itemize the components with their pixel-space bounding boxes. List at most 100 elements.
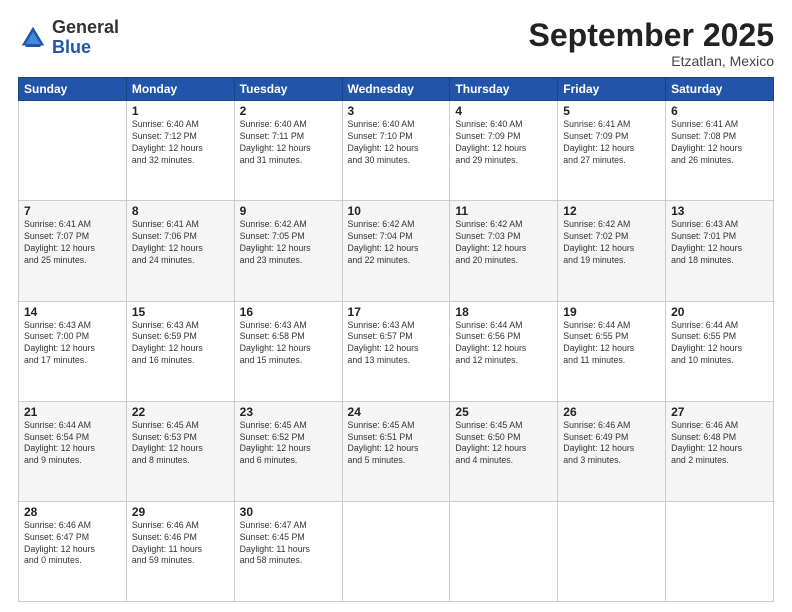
day-info: Sunrise: 6:40 AM Sunset: 7:12 PM Dayligh… [132,119,229,167]
calendar-cell: 3Sunrise: 6:40 AM Sunset: 7:10 PM Daylig… [342,101,450,201]
day-number: 8 [132,204,229,218]
calendar-cell: 11Sunrise: 6:42 AM Sunset: 7:03 PM Dayli… [450,201,558,301]
day-info: Sunrise: 6:44 AM Sunset: 6:56 PM Dayligh… [455,320,552,368]
day-number: 12 [563,204,660,218]
week-row-1: 1Sunrise: 6:40 AM Sunset: 7:12 PM Daylig… [19,101,774,201]
day-info: Sunrise: 6:46 AM Sunset: 6:47 PM Dayligh… [24,520,121,568]
day-number: 7 [24,204,121,218]
day-info: Sunrise: 6:43 AM Sunset: 6:58 PM Dayligh… [240,320,337,368]
day-info: Sunrise: 6:41 AM Sunset: 7:08 PM Dayligh… [671,119,768,167]
calendar-cell: 18Sunrise: 6:44 AM Sunset: 6:56 PM Dayli… [450,301,558,401]
calendar-cell: 29Sunrise: 6:46 AM Sunset: 6:46 PM Dayli… [126,501,234,601]
calendar-cell: 12Sunrise: 6:42 AM Sunset: 7:02 PM Dayli… [558,201,666,301]
calendar-cell: 27Sunrise: 6:46 AM Sunset: 6:48 PM Dayli… [666,401,774,501]
day-number: 15 [132,305,229,319]
day-info: Sunrise: 6:45 AM Sunset: 6:51 PM Dayligh… [348,420,445,468]
day-number: 27 [671,405,768,419]
calendar-cell [558,501,666,601]
logo: General Blue [18,18,119,58]
day-number: 1 [132,104,229,118]
day-info: Sunrise: 6:44 AM Sunset: 6:55 PM Dayligh… [563,320,660,368]
calendar-cell: 23Sunrise: 6:45 AM Sunset: 6:52 PM Dayli… [234,401,342,501]
day-number: 3 [348,104,445,118]
day-info: Sunrise: 6:46 AM Sunset: 6:48 PM Dayligh… [671,420,768,468]
calendar-cell: 1Sunrise: 6:40 AM Sunset: 7:12 PM Daylig… [126,101,234,201]
day-header-friday: Friday [558,78,666,101]
calendar-cell: 4Sunrise: 6:40 AM Sunset: 7:09 PM Daylig… [450,101,558,201]
week-row-2: 7Sunrise: 6:41 AM Sunset: 7:07 PM Daylig… [19,201,774,301]
day-info: Sunrise: 6:44 AM Sunset: 6:54 PM Dayligh… [24,420,121,468]
day-number: 20 [671,305,768,319]
day-header-thursday: Thursday [450,78,558,101]
week-row-5: 28Sunrise: 6:46 AM Sunset: 6:47 PM Dayli… [19,501,774,601]
calendar-cell: 26Sunrise: 6:46 AM Sunset: 6:49 PM Dayli… [558,401,666,501]
day-info: Sunrise: 6:42 AM Sunset: 7:02 PM Dayligh… [563,219,660,267]
day-info: Sunrise: 6:47 AM Sunset: 6:45 PM Dayligh… [240,520,337,568]
day-info: Sunrise: 6:46 AM Sunset: 6:46 PM Dayligh… [132,520,229,568]
calendar-cell: 17Sunrise: 6:43 AM Sunset: 6:57 PM Dayli… [342,301,450,401]
calendar-cell: 2Sunrise: 6:40 AM Sunset: 7:11 PM Daylig… [234,101,342,201]
logo-icon [18,23,48,53]
calendar-cell: 9Sunrise: 6:42 AM Sunset: 7:05 PM Daylig… [234,201,342,301]
day-info: Sunrise: 6:43 AM Sunset: 6:59 PM Dayligh… [132,320,229,368]
day-header-tuesday: Tuesday [234,78,342,101]
day-info: Sunrise: 6:42 AM Sunset: 7:04 PM Dayligh… [348,219,445,267]
calendar-cell: 8Sunrise: 6:41 AM Sunset: 7:06 PM Daylig… [126,201,234,301]
day-number: 6 [671,104,768,118]
day-number: 9 [240,204,337,218]
day-number: 17 [348,305,445,319]
day-number: 28 [24,505,121,519]
day-header-monday: Monday [126,78,234,101]
calendar-cell: 24Sunrise: 6:45 AM Sunset: 6:51 PM Dayli… [342,401,450,501]
calendar-cell: 15Sunrise: 6:43 AM Sunset: 6:59 PM Dayli… [126,301,234,401]
location-subtitle: Etzatlan, Mexico [529,53,774,69]
day-number: 26 [563,405,660,419]
day-number: 30 [240,505,337,519]
day-number: 19 [563,305,660,319]
calendar-cell: 21Sunrise: 6:44 AM Sunset: 6:54 PM Dayli… [19,401,127,501]
day-number: 13 [671,204,768,218]
day-info: Sunrise: 6:42 AM Sunset: 7:05 PM Dayligh… [240,219,337,267]
calendar-cell: 28Sunrise: 6:46 AM Sunset: 6:47 PM Dayli… [19,501,127,601]
day-number: 14 [24,305,121,319]
day-number: 22 [132,405,229,419]
calendar-cell: 22Sunrise: 6:45 AM Sunset: 6:53 PM Dayli… [126,401,234,501]
calendar-cell: 30Sunrise: 6:47 AM Sunset: 6:45 PM Dayli… [234,501,342,601]
calendar-table: SundayMondayTuesdayWednesdayThursdayFrid… [18,77,774,602]
calendar-cell [450,501,558,601]
calendar-cell: 20Sunrise: 6:44 AM Sunset: 6:55 PM Dayli… [666,301,774,401]
day-info: Sunrise: 6:43 AM Sunset: 6:57 PM Dayligh… [348,320,445,368]
month-title: September 2025 [529,18,774,53]
day-info: Sunrise: 6:41 AM Sunset: 7:06 PM Dayligh… [132,219,229,267]
day-number: 5 [563,104,660,118]
day-number: 23 [240,405,337,419]
day-number: 11 [455,204,552,218]
page: General Blue September 2025 Etzatlan, Me… [0,0,792,612]
day-number: 16 [240,305,337,319]
day-info: Sunrise: 6:41 AM Sunset: 7:09 PM Dayligh… [563,119,660,167]
days-header-row: SundayMondayTuesdayWednesdayThursdayFrid… [19,78,774,101]
day-info: Sunrise: 6:46 AM Sunset: 6:49 PM Dayligh… [563,420,660,468]
day-number: 29 [132,505,229,519]
calendar-cell: 14Sunrise: 6:43 AM Sunset: 7:00 PM Dayli… [19,301,127,401]
day-number: 24 [348,405,445,419]
day-info: Sunrise: 6:40 AM Sunset: 7:11 PM Dayligh… [240,119,337,167]
calendar-cell [342,501,450,601]
day-info: Sunrise: 6:45 AM Sunset: 6:52 PM Dayligh… [240,420,337,468]
day-header-sunday: Sunday [19,78,127,101]
day-number: 2 [240,104,337,118]
day-number: 10 [348,204,445,218]
calendar-cell: 13Sunrise: 6:43 AM Sunset: 7:01 PM Dayli… [666,201,774,301]
calendar-cell: 16Sunrise: 6:43 AM Sunset: 6:58 PM Dayli… [234,301,342,401]
day-info: Sunrise: 6:43 AM Sunset: 7:01 PM Dayligh… [671,219,768,267]
day-info: Sunrise: 6:43 AM Sunset: 7:00 PM Dayligh… [24,320,121,368]
logo-blue-text: Blue [52,37,91,57]
day-header-wednesday: Wednesday [342,78,450,101]
day-info: Sunrise: 6:40 AM Sunset: 7:09 PM Dayligh… [455,119,552,167]
calendar-cell: 7Sunrise: 6:41 AM Sunset: 7:07 PM Daylig… [19,201,127,301]
week-row-4: 21Sunrise: 6:44 AM Sunset: 6:54 PM Dayli… [19,401,774,501]
day-number: 18 [455,305,552,319]
day-info: Sunrise: 6:40 AM Sunset: 7:10 PM Dayligh… [348,119,445,167]
day-header-saturday: Saturday [666,78,774,101]
calendar-cell: 6Sunrise: 6:41 AM Sunset: 7:08 PM Daylig… [666,101,774,201]
